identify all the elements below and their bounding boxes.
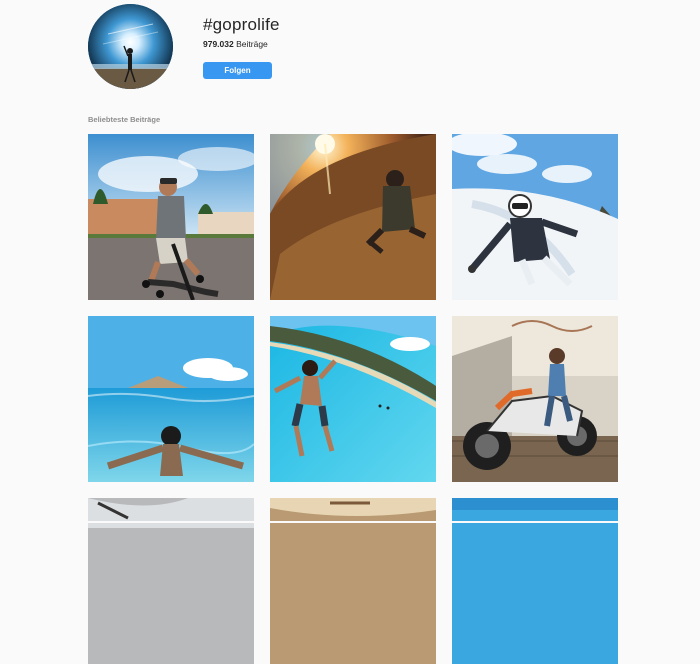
post-tile-cliff-jump[interactable] (270, 316, 436, 482)
post-tile-snow-angel[interactable] (452, 134, 618, 300)
hashtag-header: #goprolife 979.032 Beiträge Folgen (88, 4, 688, 94)
hashtag-avatar (88, 4, 173, 89)
post-count: 979.032 Beiträge (203, 39, 268, 49)
post-tile-underwater-snorkel[interactable] (88, 316, 254, 482)
post-tile-motorcycle[interactable] (452, 316, 618, 482)
post-tile-skateboarder[interactable] (88, 134, 254, 300)
post-count-number: 979.032 (203, 39, 234, 49)
post-tile-hill-sunset[interactable] (270, 134, 436, 300)
hashtag-title: #goprolife (203, 15, 280, 34)
post-count-label: Beiträge (236, 39, 268, 49)
follow-button[interactable]: Folgen (203, 62, 272, 79)
section-label-top-posts: Beliebteste Beiträge (88, 115, 161, 124)
